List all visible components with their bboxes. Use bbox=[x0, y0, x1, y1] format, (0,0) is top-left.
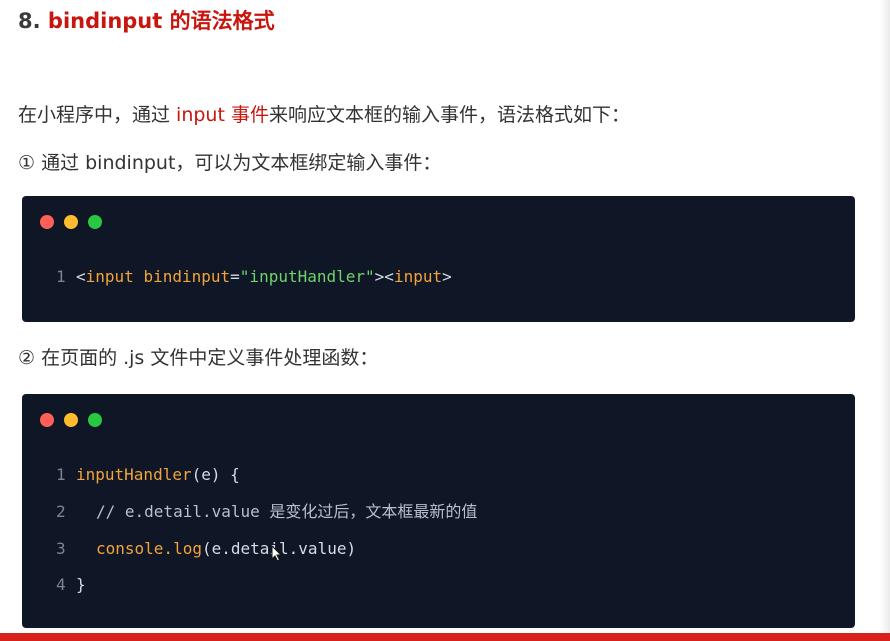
line-number: 4 bbox=[56, 575, 66, 594]
code-line: 1 <input bindinput="inputHandler"><input> bbox=[56, 265, 452, 289]
code-token: input bbox=[85, 267, 134, 286]
window-maximize-dot-icon bbox=[88, 215, 102, 229]
code-line: 4} bbox=[56, 573, 86, 597]
code-token: (e) { bbox=[191, 465, 240, 484]
page-edge-shadow bbox=[880, 0, 890, 641]
code-token: > bbox=[442, 267, 452, 286]
line-number: 2 bbox=[56, 502, 66, 521]
window-maximize-dot-icon bbox=[88, 413, 102, 427]
code-token: < bbox=[384, 267, 394, 286]
intro-paragraph: 在小程序中，通过 input 事件来响应文本框的输入事件，语法格式如下： bbox=[18, 101, 630, 129]
code-token: console.log bbox=[96, 539, 202, 558]
intro-highlight: input 事件 bbox=[176, 104, 269, 126]
step-1-text: ① 通过 bindinput，可以为文本框绑定输入事件： bbox=[18, 152, 442, 174]
code-token: input bbox=[393, 267, 443, 286]
line-number: 1 bbox=[56, 267, 66, 286]
code-token: bindinput bbox=[143, 267, 231, 286]
code-line: 3 console.log(e.detail.value) bbox=[56, 537, 356, 561]
code-block-handler: 1 inputHandler(e) { 2 // e.detail.value 是变… bbox=[22, 394, 855, 628]
mouse-pointer-icon bbox=[271, 545, 282, 562]
window-close-dot-icon bbox=[40, 215, 54, 229]
window-minimize-dot-icon bbox=[64, 215, 78, 229]
code-block-bindinput: 1 <input bindinput="inputHandler"><input> bbox=[22, 196, 855, 322]
code-token: = bbox=[230, 267, 240, 286]
window-close-dot-icon bbox=[40, 413, 54, 427]
window-minimize-dot-icon bbox=[64, 413, 78, 427]
code-token: "inputHandler" bbox=[239, 267, 375, 286]
code-token: inputHandler bbox=[76, 465, 192, 484]
intro-prefix: 在小程序中，通过 bbox=[18, 104, 177, 126]
code-token: > bbox=[374, 267, 385, 286]
line-number: 1 bbox=[56, 465, 66, 484]
code-comment: // e.detail.value 是变化过后，文本框最新的值 bbox=[96, 502, 478, 521]
code-line: 1 inputHandler(e) { bbox=[56, 463, 240, 487]
section-title: bindinput 的语法格式 bbox=[47, 9, 275, 33]
line-number: 3 bbox=[56, 539, 66, 558]
section-heading: 8. bindinput 的语法格式 bbox=[18, 6, 275, 36]
section-number: 8. bbox=[18, 9, 41, 33]
code-token: < bbox=[76, 267, 86, 286]
step-2-text: ② 在页面的 .js 文件中定义事件处理函数： bbox=[18, 347, 379, 369]
code-line: 2 // e.detail.value 是变化过后，文本框最新的值 bbox=[56, 500, 477, 524]
bottom-accent-bar bbox=[0, 633, 890, 641]
code-token: } bbox=[76, 575, 86, 594]
intro-suffix: 来响应文本框的输入事件，语法格式如下： bbox=[268, 104, 630, 126]
